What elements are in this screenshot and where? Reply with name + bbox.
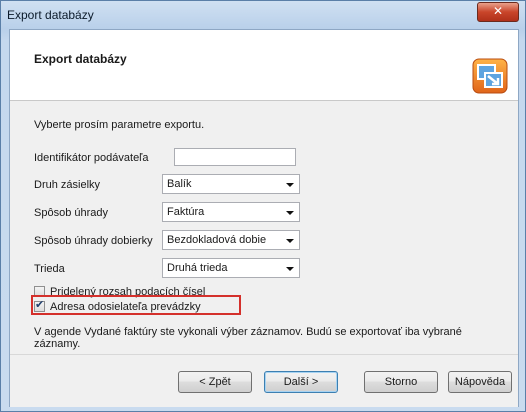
button-bar: < Zpět Další > Storno Nápověda [10,354,518,407]
close-button[interactable]: ✕ [477,2,519,22]
cancel-button[interactable]: Storno [364,371,438,393]
class-label: Trieda [34,263,65,275]
sender-id-label: Identifikátor podávateľa [34,152,149,164]
back-button[interactable]: < Zpět [178,371,252,393]
payment-method-select[interactable]: Faktúra [162,202,300,222]
wizard-body: Vyberte prosím parametre exportu. Identi… [10,101,518,354]
class-value: Druhá trieda [167,262,228,274]
help-button[interactable]: Nápověda [448,371,512,393]
window-title: Export databázy [7,8,94,22]
next-button[interactable]: Další > [264,371,338,393]
export-dialog-window: Export databázy ✕ Export databázy Vybert… [0,0,526,412]
selection-note: V agende Vydané faktúry ste vykonali výb… [34,326,462,350]
title-bar[interactable]: Export databázy ✕ [1,1,525,29]
chevron-down-icon [286,183,294,187]
highlight-frame [31,295,241,315]
export-wizard-icon [472,58,508,94]
dialog-client: Export databázy Vyberte prosím parametre… [9,29,519,407]
page-title: Export databázy [34,52,127,66]
payment-method-label: Spôsob úhrady [34,207,108,219]
chevron-down-icon [286,211,294,215]
close-icon: ✕ [492,4,504,18]
shipment-type-select[interactable]: Balík [162,174,300,194]
shipment-type-label: Druh zásielky [34,179,101,191]
cod-payment-select[interactable]: Bezdokladová dobie [162,230,300,250]
chevron-down-icon [286,239,294,243]
wizard-header: Export databázy [10,30,518,101]
class-select[interactable]: Druhá trieda [162,258,300,278]
cod-payment-value: Bezdokladová dobie [167,234,267,246]
shipment-type-value: Balík [167,178,192,190]
payment-method-value: Faktúra [167,206,205,218]
cod-payment-label: Spôsob úhrady dobierky [34,235,153,247]
sender-id-input[interactable] [174,148,296,166]
chevron-down-icon [286,267,294,271]
instruction-text: Vyberte prosím parametre exportu. [34,119,205,131]
